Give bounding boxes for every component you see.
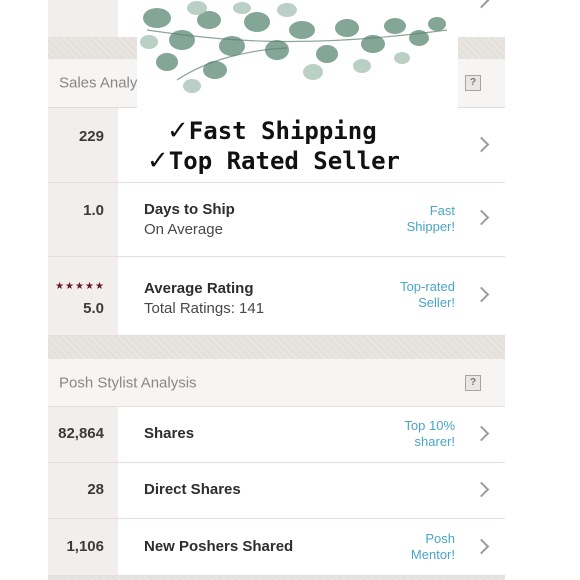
- chevron-right-icon: [473, 136, 490, 153]
- badge-line: sharer!: [414, 434, 455, 449]
- row-label: Shares: [144, 425, 195, 442]
- chevron-right-icon: [473, 0, 490, 9]
- overlay-line-1: ✓Fast Shipping: [167, 116, 458, 146]
- sales-row-average-rating[interactable]: ★★★★★ 5.0 Average Rating Total Ratings: …: [48, 257, 505, 336]
- overlay-text: Fast Shipping: [188, 117, 377, 145]
- section-divider: [48, 336, 505, 359]
- row-value: 5.0: [83, 300, 104, 317]
- badge-line: Fast: [429, 203, 455, 218]
- help-icon[interactable]: ?: [465, 75, 481, 91]
- chevron-right-icon: [473, 425, 490, 442]
- row-value: 28: [87, 481, 104, 498]
- chevron-right-icon: [473, 538, 490, 555]
- stylist-row-direct-shares[interactable]: 28 Direct Shares: [48, 463, 505, 519]
- section-divider: [48, 576, 505, 580]
- row-badge: Top-rated Seller!: [400, 279, 455, 311]
- row-badge: Posh Mentor!: [411, 531, 455, 563]
- row-badge: Top 10% sharer!: [404, 418, 455, 450]
- chevron-right-icon: [473, 209, 490, 226]
- row-label: Days to Ship: [144, 201, 235, 218]
- row-value: 1,106: [66, 538, 104, 555]
- badge-line: Seller!: [418, 295, 455, 310]
- badge-line: Top-rated: [400, 279, 455, 294]
- checkmark-icon: ✓: [147, 146, 169, 176]
- badge-line: Shipper!: [406, 219, 455, 234]
- row-label: New Poshers Shared: [144, 538, 294, 555]
- row-label: Average Rating: [144, 280, 254, 297]
- rating-stars-icon: ★★★★★: [55, 281, 105, 292]
- badge-line: Posh: [425, 531, 455, 546]
- chevron-right-icon: [473, 286, 490, 303]
- row-badge: Fast Shipper!: [407, 203, 455, 235]
- stylist-row-shares[interactable]: 82,864 Shares Top 10% sharer!: [48, 407, 505, 463]
- badge-line: Mentor!: [410, 547, 455, 562]
- row-value: 82,864: [58, 425, 104, 442]
- overlay-line-2: ✓Top Rated Seller: [147, 146, 458, 176]
- eucalyptus-leaves-icon: [140, 1, 448, 93]
- row-sublabel: On Average: [144, 221, 223, 238]
- row-label: Direct Shares: [144, 481, 241, 498]
- stylist-analysis-header: Posh Stylist Analysis ?: [48, 359, 505, 407]
- overlay-text: Top Rated Seller: [168, 147, 400, 175]
- stylist-row-new-poshers[interactable]: 1,106 New Poshers Shared Posh Mentor!: [48, 519, 505, 576]
- row-value: 1.0: [83, 202, 104, 219]
- help-icon[interactable]: ?: [465, 374, 481, 391]
- row-value: 229: [78, 128, 104, 145]
- section-title: Posh Stylist Analysis: [59, 374, 197, 391]
- sales-row-days-to-ship[interactable]: 1.0 Days to Ship On Average Fast Shipper…: [48, 183, 505, 257]
- chevron-right-icon: [473, 481, 490, 498]
- checkmark-icon: ✓: [167, 116, 189, 146]
- promo-overlay: ✓Fast Shipping ✓Top Rated Seller: [137, 0, 458, 178]
- row-sublabel: Total Ratings: 141: [144, 300, 265, 317]
- badge-line: Top 10%: [404, 418, 455, 433]
